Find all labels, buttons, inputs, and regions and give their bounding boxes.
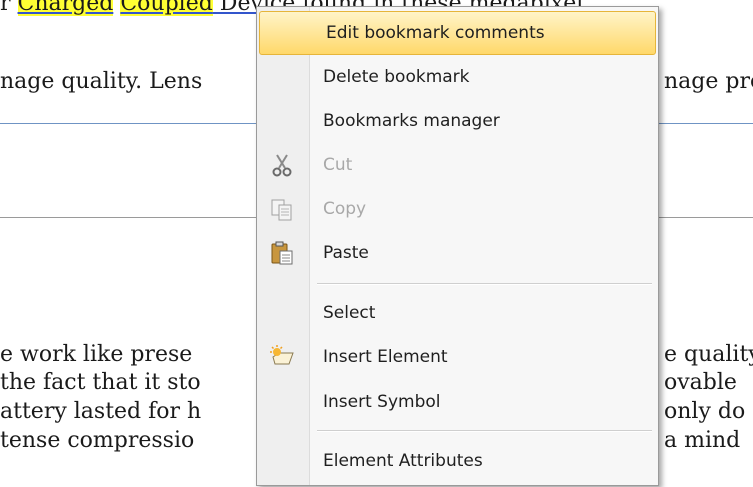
context-menu: Edit bookmark comments Delete bookmark B…	[256, 6, 659, 486]
menu-item-label: Copy	[323, 199, 367, 219]
doc-line-2: nage quality. Lens	[0, 69, 203, 94]
scissors-icon	[269, 152, 295, 178]
menu-item-label: Paste	[323, 243, 369, 263]
body-line-right: only do	[664, 399, 746, 424]
doc-line-2-right: nage pre	[664, 69, 753, 94]
menu-item-label: Edit bookmark comments	[326, 23, 545, 43]
body-line: attery lasted for h	[0, 399, 202, 424]
menu-item-label: Insert Symbol	[323, 392, 441, 412]
menu-item-label: Select	[323, 303, 376, 323]
menu-separator	[317, 283, 652, 285]
copy-icon	[269, 196, 295, 222]
menu-separator	[317, 430, 652, 432]
body-line: tense compressio	[0, 428, 195, 453]
body-line: the fact that it sto	[0, 370, 201, 395]
body-line-right: a mind	[664, 428, 741, 453]
highlighted-word: Charged	[17, 0, 114, 16]
menu-item-select[interactable]: Select	[257, 292, 658, 334]
menu-item-bookmarks-manager[interactable]: Bookmarks manager	[257, 100, 658, 142]
highlighted-word: Coupled	[120, 0, 213, 16]
menu-item-insert-symbol[interactable]: Insert Symbol	[257, 381, 658, 423]
menu-item-label: Bookmarks manager	[323, 111, 500, 131]
body-line-right: e quality	[664, 342, 753, 367]
menu-item-delete-bookmark[interactable]: Delete bookmark	[257, 56, 658, 98]
menu-item-insert-element[interactable]: Insert Element	[257, 336, 658, 378]
body-line: e work like prese	[0, 342, 193, 367]
menu-item-element-attributes[interactable]: Element Attributes	[257, 440, 658, 482]
body-line-right: ovable	[664, 370, 737, 395]
menu-item-edit-bookmark-comments[interactable]: Edit bookmark comments	[259, 11, 656, 55]
menu-item-label: Delete bookmark	[323, 67, 470, 87]
menu-item-copy[interactable]: Copy	[257, 188, 658, 230]
menu-item-label: Insert Element	[323, 347, 448, 367]
clipboard-icon	[269, 240, 295, 266]
menu-item-paste[interactable]: Paste	[257, 232, 658, 274]
menu-item-cut[interactable]: Cut	[257, 144, 658, 186]
menu-item-label: Element Attributes	[323, 451, 483, 471]
insert-element-icon	[269, 344, 295, 370]
menu-item-label: Cut	[323, 155, 353, 175]
